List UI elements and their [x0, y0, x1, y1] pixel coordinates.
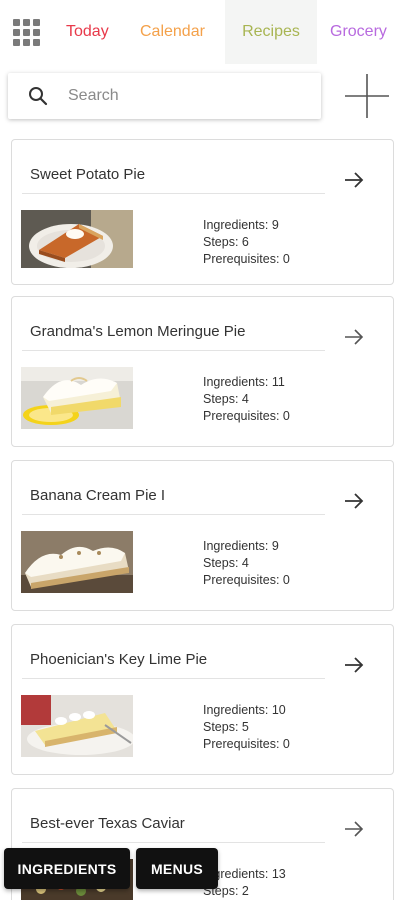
recipe-stats: Ingredients: 10 Steps: 5 Prerequisites: … — [203, 702, 290, 753]
card-divider — [22, 350, 325, 351]
steps-count: 6 — [241, 235, 249, 249]
ingredients-label: Ingredients: — [203, 703, 269, 717]
sweet-potato-pie-image — [21, 210, 133, 268]
recipe-card[interactable]: Phoenician's Key Lime Pie Ingredients: 1… — [11, 624, 394, 775]
prerequisites-label: Prerequisites: — [203, 252, 280, 266]
steps-count: 4 — [241, 556, 249, 570]
prerequisites-count: 0 — [282, 252, 290, 266]
add-recipe-button[interactable] — [343, 72, 391, 120]
banana-cream-pie-image — [21, 531, 133, 593]
recipe-title: Banana Cream Pie I — [30, 487, 166, 504]
ingredients-label: Ingredients: — [203, 218, 269, 232]
ingredients-label: Ingredients: — [203, 375, 269, 389]
arrow-right-icon[interactable] — [342, 653, 366, 677]
card-divider — [22, 678, 325, 679]
recipe-title: Phoenician's Key Lime Pie — [30, 651, 208, 668]
prerequisites-count: 0 — [282, 573, 290, 587]
recipe-stats: Ingredients: 11 Steps: 4 Prerequisites: … — [203, 374, 290, 425]
recipes-screen: Today Calendar Recipes Grocery Sweet Pot… — [0, 0, 404, 900]
prerequisites-count: 0 — [282, 737, 290, 751]
search-icon — [29, 87, 48, 106]
ingredients-count: 11 — [271, 375, 285, 389]
steps-count: 4 — [241, 392, 249, 406]
arrow-right-icon[interactable] — [342, 817, 366, 841]
tab-recipes[interactable]: Recipes — [225, 0, 317, 64]
recipe-stats: Ingredients: 9 Steps: 6 Prerequisites: 0 — [203, 217, 290, 268]
menus-button[interactable]: MENUS — [136, 848, 218, 889]
tab-grocery[interactable]: Grocery — [330, 0, 404, 64]
arrow-right-icon[interactable] — [342, 325, 366, 349]
recipe-card[interactable]: Grandma's Lemon Meringue Pie Ingredients… — [11, 296, 394, 447]
ingredients-count: 13 — [271, 867, 286, 881]
arrow-right-icon[interactable] — [342, 168, 366, 192]
recipe-card[interactable]: Banana Cream Pie I Ingredients: 9 Steps:… — [11, 460, 394, 611]
ingredients-button[interactable]: INGREDIENTS — [4, 848, 130, 889]
prerequisites-label: Prerequisites: — [203, 573, 280, 587]
steps-count: 2 — [241, 884, 249, 898]
recipe-title: Grandma's Lemon Meringue Pie — [30, 323, 246, 340]
prerequisites-label: Prerequisites: — [203, 737, 280, 751]
tab-calendar[interactable]: Calendar — [140, 0, 212, 64]
steps-label: Steps: — [203, 556, 239, 570]
recipe-stats: Ingredients: 9 Steps: 4 Prerequisites: 0 — [203, 538, 290, 589]
tab-today[interactable]: Today — [66, 0, 116, 64]
prerequisites-label: Prerequisites: — [203, 409, 280, 423]
ingredients-label: Ingredients: — [203, 539, 269, 553]
recipe-card[interactable]: Sweet Potato Pie Ingredients: 9 Steps: 6… — [11, 139, 394, 285]
lemon-meringue-pie-image — [21, 367, 133, 429]
prerequisites-count: 0 — [282, 409, 290, 423]
card-divider — [22, 842, 325, 843]
grid-menu-icon[interactable] — [13, 19, 40, 46]
ingredients-count: 10 — [271, 703, 286, 717]
ingredients-count: 9 — [271, 218, 279, 232]
steps-label: Steps: — [203, 720, 239, 734]
steps-count: 5 — [241, 720, 249, 734]
key-lime-pie-image — [21, 695, 133, 757]
recipe-title: Sweet Potato Pie — [30, 166, 146, 183]
top-navigation: Today Calendar Recipes Grocery — [0, 0, 404, 64]
steps-label: Steps: — [203, 235, 239, 249]
search-bar[interactable] — [8, 73, 321, 119]
card-divider — [22, 514, 325, 515]
ingredients-count: 9 — [271, 539, 279, 553]
recipe-title: Best-ever Texas Caviar — [30, 815, 185, 832]
steps-label: Steps: — [203, 392, 239, 406]
card-divider — [22, 193, 325, 194]
search-input[interactable] — [68, 83, 308, 109]
arrow-right-icon[interactable] — [342, 489, 366, 513]
